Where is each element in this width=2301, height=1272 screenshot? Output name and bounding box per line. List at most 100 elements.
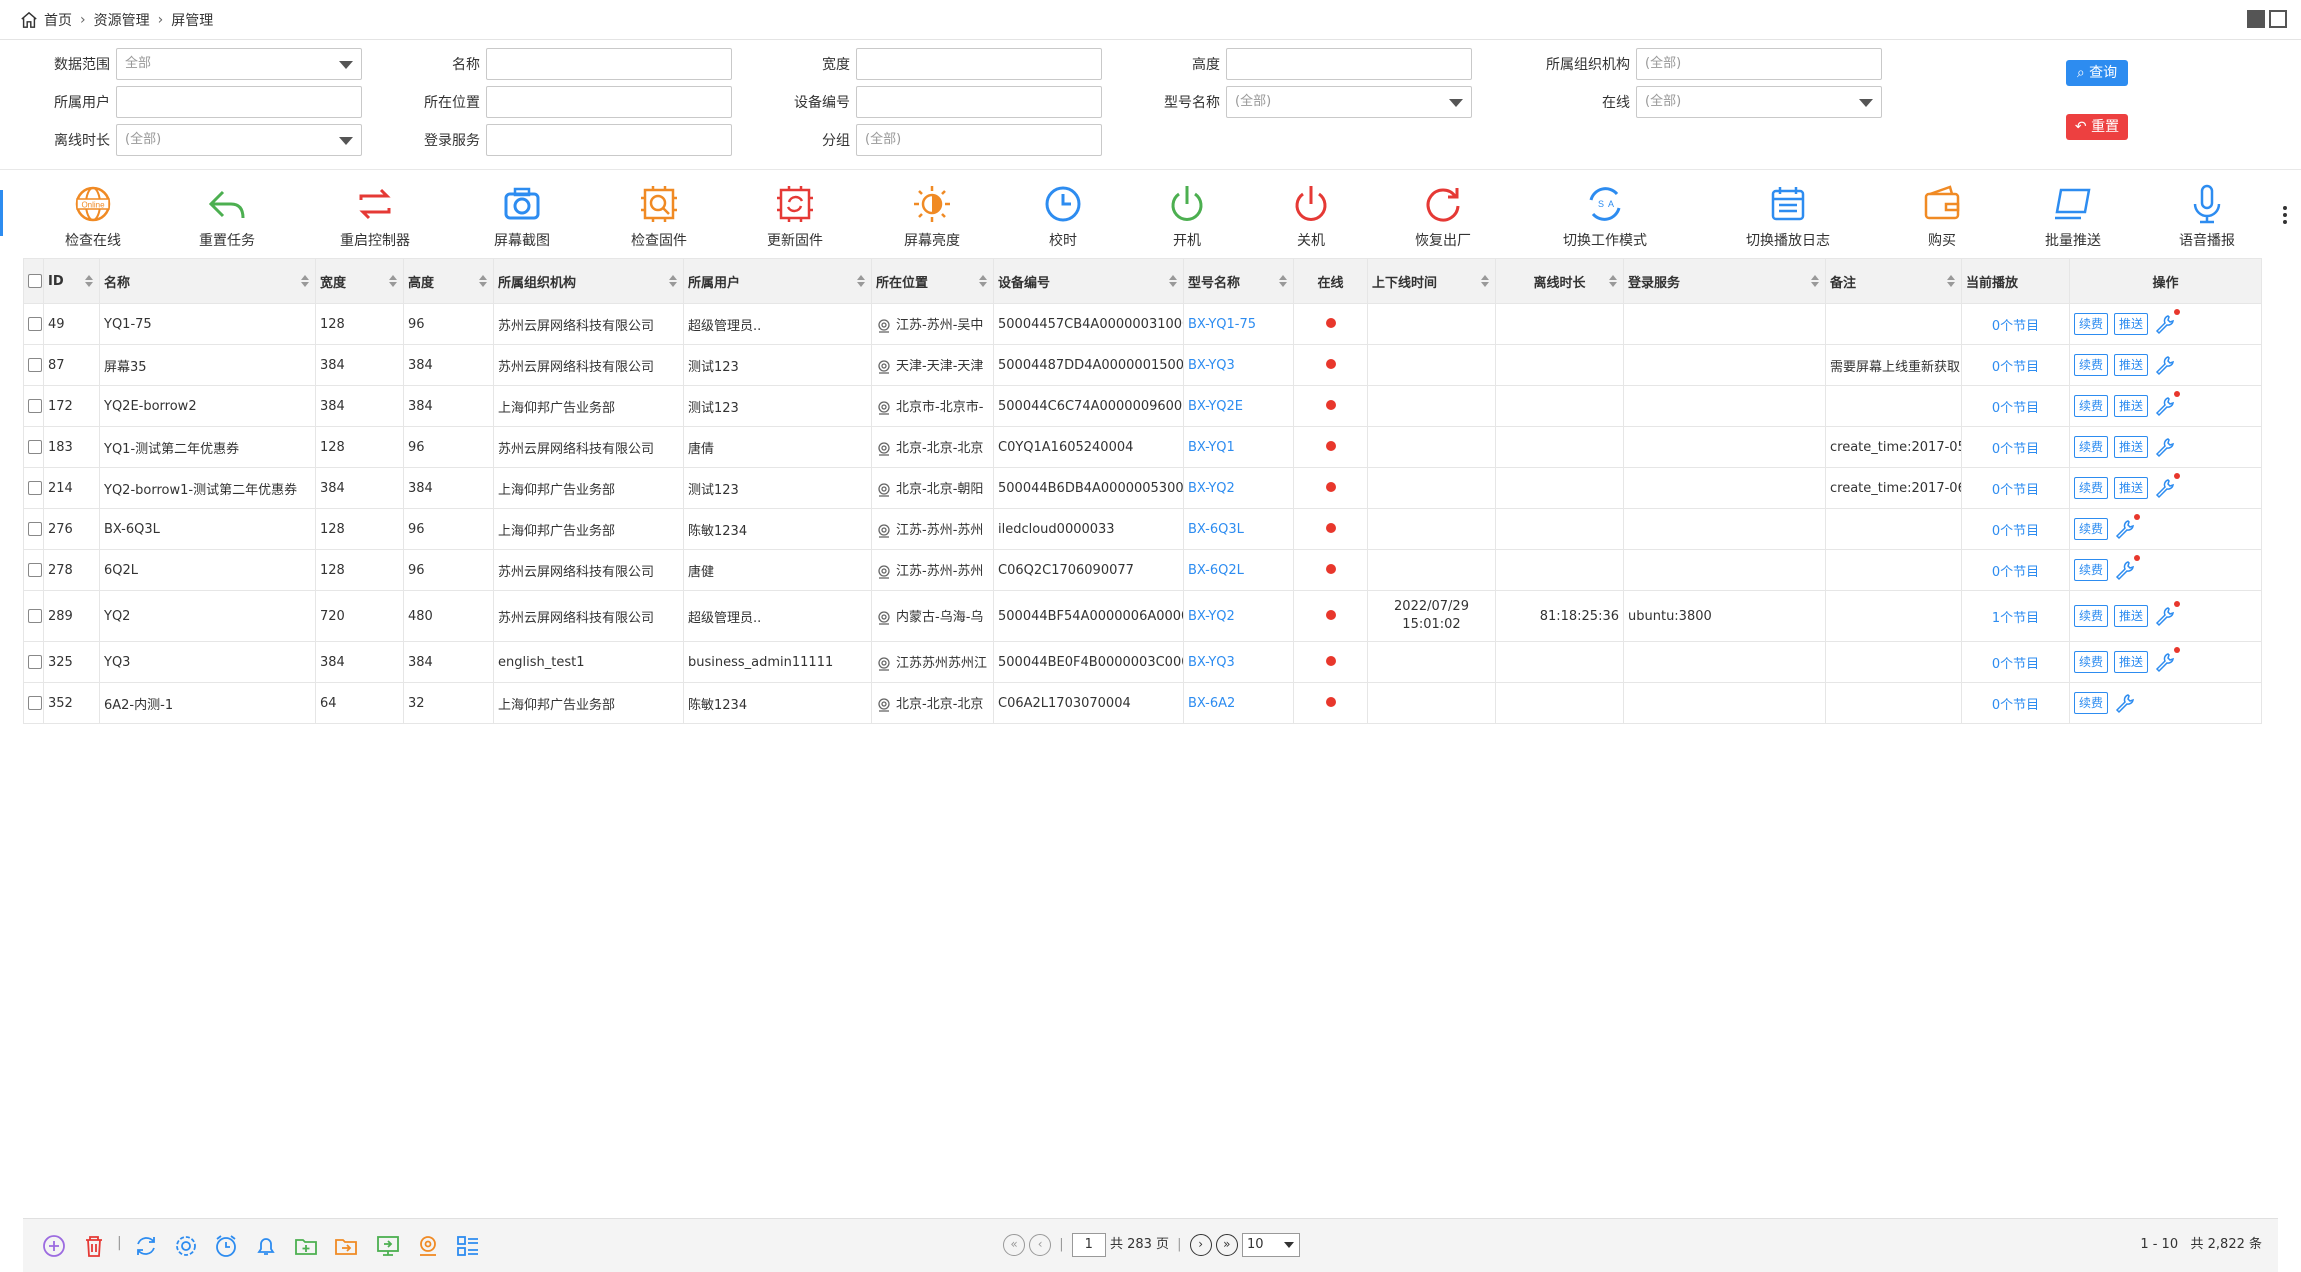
cell-model-link[interactable]: BX-YQ2 <box>1183 467 1294 509</box>
org-select[interactable]: (全部) <box>1636 48 1882 80</box>
last-page-icon[interactable]: » <box>1215 1234 1238 1256</box>
wrench-icon[interactable] <box>2154 309 2181 335</box>
cell-location[interactable]: 天津-天津-天津 <box>871 344 994 386</box>
col-header-note[interactable]: 备注 <box>1825 258 1962 304</box>
toolbar-button-wallet[interactable]: 购买 <box>1887 182 1997 250</box>
renew-button[interactable]: 续费 <box>2074 691 2109 714</box>
location-icon[interactable] <box>415 1233 441 1259</box>
device-no-input[interactable] <box>856 86 1102 118</box>
cell-current-play-link[interactable]: 0个节目 <box>1961 467 2070 509</box>
cell-model-link[interactable]: BX-YQ2 <box>1183 590 1294 642</box>
wrench-icon[interactable] <box>2154 647 2181 673</box>
row-checkbox[interactable] <box>23 426 44 468</box>
cell-location[interactable]: 内蒙古-乌海-乌 <box>871 590 994 642</box>
refresh-icon[interactable] <box>133 1233 159 1259</box>
toolbar-button-clock[interactable]: 校时 <box>1008 182 1118 250</box>
maximize-icon[interactable] <box>2269 10 2287 28</box>
renew-button[interactable]: 续费 <box>2074 353 2109 376</box>
more-options-icon[interactable] <box>2283 203 2289 227</box>
cell-model-link[interactable]: BX-YQ1 <box>1183 426 1294 468</box>
cell-current-play-link[interactable]: 0个节目 <box>1961 549 2070 591</box>
cell-model-link[interactable]: BX-YQ3 <box>1183 641 1294 683</box>
cell-current-play-link[interactable]: 0个节目 <box>1961 385 2070 427</box>
col-header-user[interactable]: 所属用户 <box>683 258 872 304</box>
toolbar-button-online-globe[interactable]: Online 检查在线 <box>38 182 148 250</box>
wrench-icon[interactable] <box>2154 436 2176 458</box>
table-row[interactable]: 87 屏幕35 384 384 苏州云屏网络科技有限公司 测试123 天津-天津… <box>23 344 2262 386</box>
cell-location[interactable]: 北京市-北京市- <box>871 385 994 427</box>
prev-page-icon[interactable]: ‹ <box>1029 1234 1052 1256</box>
wrench-icon[interactable] <box>2154 601 2181 627</box>
wrench-icon[interactable] <box>2114 514 2141 540</box>
row-checkbox[interactable] <box>23 303 44 345</box>
name-input[interactable] <box>486 48 732 80</box>
table-row[interactable]: 276 BX-6Q3L 128 96 上海仰邦广告业务部 陈敏1234 江苏-苏… <box>23 508 2262 550</box>
cell-location[interactable]: 江苏苏州苏州江 <box>871 641 994 683</box>
table-row[interactable]: 183 YQ1-测试第二年优惠券 128 96 苏州云屏网络科技有限公司 唐倩 … <box>23 426 2262 468</box>
row-checkbox[interactable] <box>23 344 44 386</box>
model-select[interactable]: (全部) <box>1226 86 1472 118</box>
renew-button[interactable]: 续费 <box>2074 312 2109 335</box>
renew-button[interactable]: 续费 <box>2074 517 2109 540</box>
row-checkbox[interactable] <box>23 641 44 683</box>
renew-button[interactable]: 续费 <box>2074 650 2109 673</box>
renew-button[interactable]: 续费 <box>2074 394 2109 417</box>
user-input[interactable] <box>116 86 362 118</box>
breadcrumb-home[interactable]: 首页 <box>44 10 72 30</box>
table-row[interactable]: 278 6Q2L 128 96 苏州云屏网络科技有限公司 唐健 江苏-苏州-苏州… <box>23 549 2262 591</box>
cell-current-play-link[interactable]: 0个节目 <box>1961 641 2070 683</box>
folder-add-icon[interactable] <box>293 1233 319 1259</box>
push-button[interactable]: 推送 <box>2114 476 2149 499</box>
row-checkbox[interactable] <box>23 590 44 642</box>
col-header-updown-time[interactable]: 上下线时间 <box>1367 258 1496 304</box>
col-header-location[interactable]: 所在位置 <box>871 258 994 304</box>
renew-button[interactable]: 续费 <box>2074 476 2109 499</box>
col-header-login-service[interactable]: 登录服务 <box>1623 258 1826 304</box>
cell-model-link[interactable]: BX-6Q2L <box>1183 549 1294 591</box>
table-row[interactable]: 214 YQ2-borrow1-测试第二年优惠券 384 384 上海仰邦广告业… <box>23 467 2262 509</box>
page-size-select[interactable]: 10 <box>1241 1233 1300 1257</box>
alarm-clock-icon[interactable] <box>213 1233 239 1259</box>
cell-location[interactable]: 江苏-苏州-苏州 <box>871 549 994 591</box>
page-number-input[interactable]: 1 <box>1071 1233 1106 1257</box>
push-button[interactable]: 推送 <box>2114 353 2149 376</box>
query-button[interactable]: ⌕ 查询 <box>2066 60 2128 86</box>
toolbar-button-power-off[interactable]: 关机 <box>1256 182 1366 250</box>
row-checkbox[interactable] <box>23 385 44 427</box>
data-scope-select[interactable]: 全部 <box>116 48 362 80</box>
row-checkbox[interactable] <box>23 682 44 724</box>
table-row[interactable]: 49 YQ1-75 128 96 苏州云屏网络科技有限公司 超级管理员.. 江苏… <box>23 303 2262 345</box>
offline-duration-select[interactable]: (全部) <box>116 124 362 156</box>
cell-current-play-link[interactable]: 0个节目 <box>1961 303 2070 345</box>
col-header-online[interactable]: 在线 <box>1293 258 1368 304</box>
height-input[interactable] <box>1226 48 1472 80</box>
cell-model-link[interactable]: BX-YQ2E <box>1183 385 1294 427</box>
width-input[interactable] <box>856 48 1102 80</box>
cell-model-link[interactable]: BX-YQ3 <box>1183 344 1294 386</box>
col-header-height[interactable]: 高度 <box>403 258 494 304</box>
delete-icon[interactable] <box>81 1233 107 1259</box>
table-row[interactable]: 325 YQ3 384 384 english_test1 business_a… <box>23 641 2262 683</box>
wrench-icon[interactable] <box>2154 473 2181 499</box>
cell-current-play-link[interactable]: 0个节目 <box>1961 426 2070 468</box>
col-header-width[interactable]: 宽度 <box>315 258 404 304</box>
cell-location[interactable]: 北京-北京-北京 <box>871 682 994 724</box>
bell-icon[interactable] <box>253 1233 279 1259</box>
layout-toggle-icon[interactable] <box>2247 10 2265 28</box>
toolbar-button-reply-arrow[interactable]: 重置任务 <box>172 182 282 250</box>
toolbar-button-monitor-push[interactable]: 批量推送 <box>2018 182 2128 250</box>
cell-location[interactable]: 北京-北京-朝阳 <box>871 467 994 509</box>
row-checkbox[interactable] <box>23 467 44 509</box>
list-view-icon[interactable] <box>455 1233 481 1259</box>
row-checkbox[interactable] <box>23 508 44 550</box>
online-select[interactable]: (全部) <box>1636 86 1882 118</box>
screen-export-icon[interactable] <box>375 1233 401 1259</box>
col-header-current-play[interactable]: 当前播放 <box>1961 258 2070 304</box>
toolbar-button-restart-arrows[interactable]: 重启控制器 <box>320 182 430 250</box>
toolbar-button-power-on[interactable]: 开机 <box>1132 182 1242 250</box>
push-button[interactable]: 推送 <box>2114 394 2149 417</box>
group-select[interactable]: (全部) <box>856 124 1102 156</box>
col-header-offline-duration[interactable]: 离线时长 <box>1495 258 1624 304</box>
toolbar-button-microphone[interactable]: 语音播报 <box>2152 182 2262 250</box>
next-page-icon[interactable]: › <box>1189 1234 1212 1256</box>
